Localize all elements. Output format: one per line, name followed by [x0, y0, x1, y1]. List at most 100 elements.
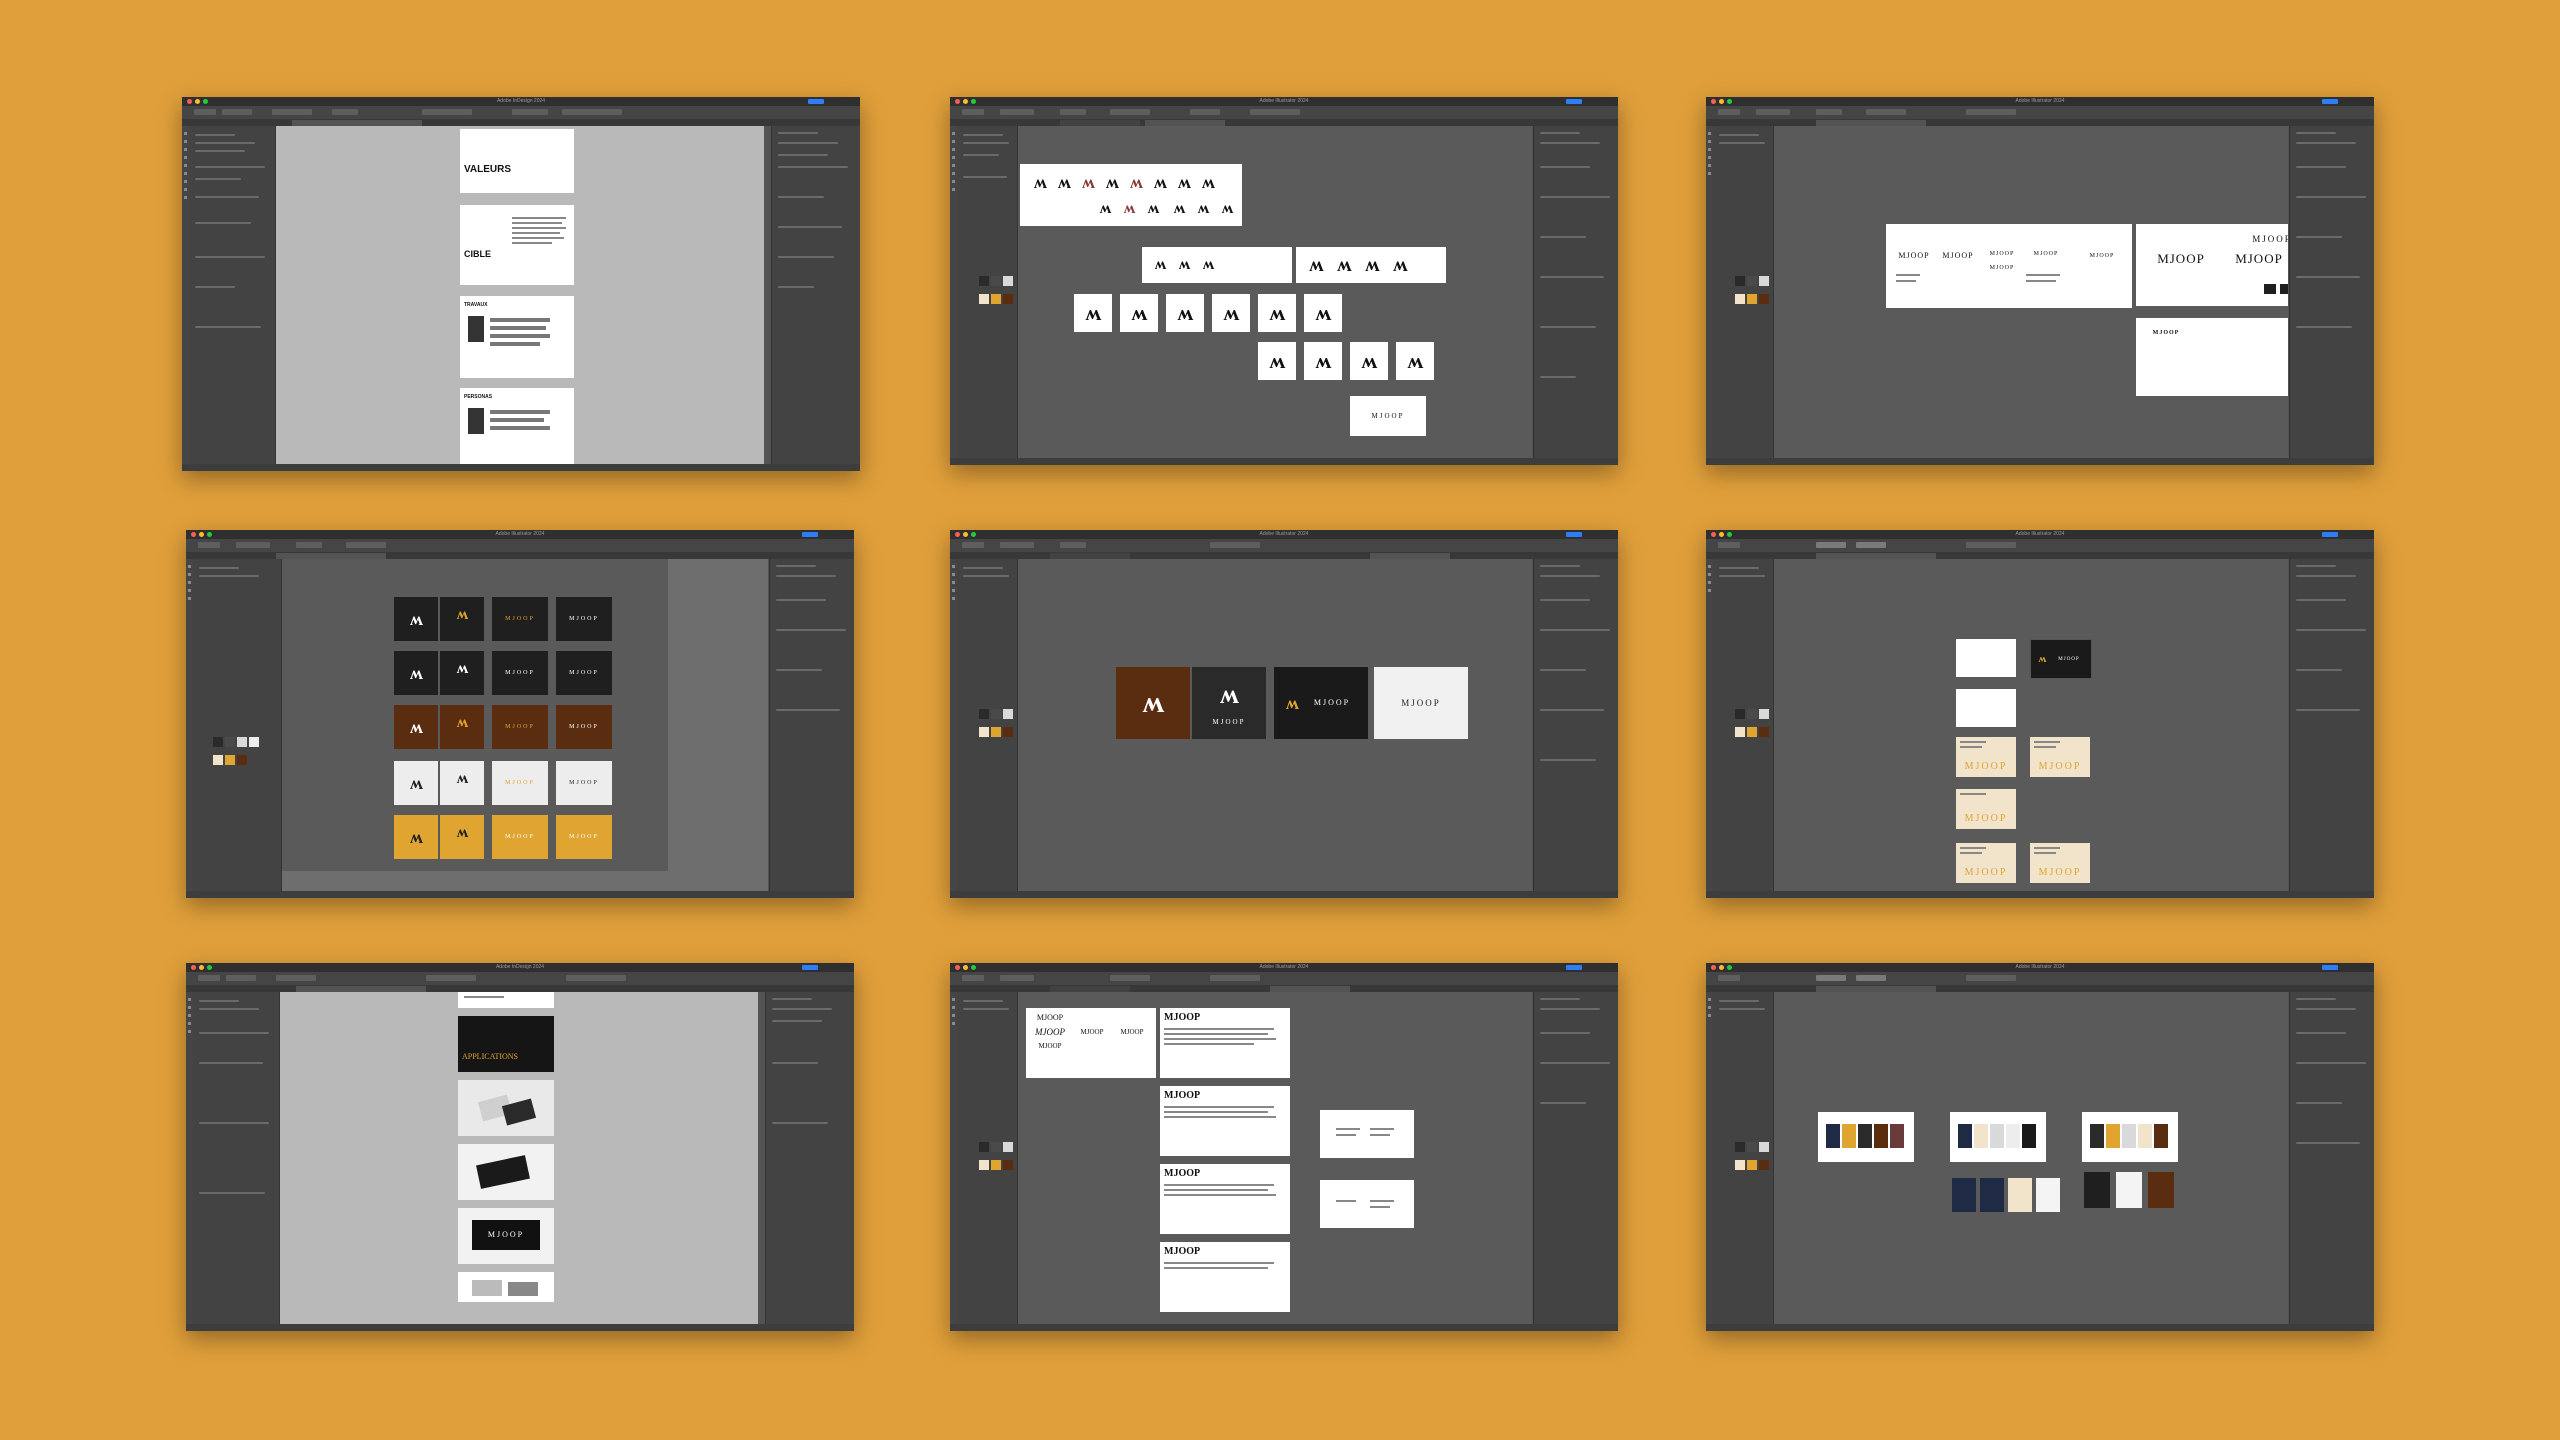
canvas[interactable]: ʍ ʍ ʍ ʍ ʍ ʍ ʍ ʍ ʍ ʍ ʍ ʍ ʍ ʍ ʍ ʍ ʍ ʍ ʍ ʍ …: [1018, 126, 1532, 458]
swatch[interactable]: [225, 755, 235, 765]
swatch[interactable]: [249, 737, 259, 747]
swatch[interactable]: [1747, 709, 1757, 719]
swatch[interactable]: [1003, 709, 1013, 719]
swatch[interactable]: [1735, 1142, 1745, 1152]
card-front[interactable]: MJOOP: [1956, 737, 2016, 777]
card-navy[interactable]: [1980, 1178, 2004, 1212]
logo-tile[interactable]: ʍ: [440, 761, 484, 805]
swatch[interactable]: [979, 276, 989, 286]
card-white[interactable]: [2116, 1172, 2142, 1208]
swatch[interactable]: [225, 737, 235, 747]
swatch[interactable]: [1735, 727, 1745, 737]
artboard-sketches[interactable]: ʍ ʍ ʍ ʍ ʍ ʍ ʍ ʍ ʍ ʍ ʍ ʍ ʍ ʍ: [1020, 164, 1242, 226]
artboard-monogram[interactable]: ʍ: [1304, 294, 1342, 332]
canvas[interactable]: [1774, 992, 2288, 1324]
logo-tile[interactable]: ʍ: [440, 651, 484, 695]
swatch[interactable]: [1759, 709, 1769, 719]
share-button[interactable]: [1566, 99, 1582, 104]
artboard-card-text[interactable]: [1320, 1110, 1414, 1158]
page-partial[interactable]: [458, 1272, 554, 1302]
swatch[interactable]: [1735, 276, 1745, 286]
card-blank[interactable]: [1956, 689, 2016, 727]
artboard-card-text[interactable]: [1320, 1180, 1414, 1228]
card-cream[interactable]: [2008, 1178, 2032, 1212]
swatch[interactable]: [1747, 727, 1757, 737]
logo-tile[interactable]: ʍ: [440, 597, 484, 641]
logo-tile[interactable]: ʍ: [440, 705, 484, 749]
artboard-wordmark-sketches[interactable]: MJOOP MJOOP MJOOP MJOOP MJOOP MJOOP: [1886, 224, 2132, 308]
logo-tile[interactable]: ʍ: [394, 705, 438, 749]
swatch[interactable]: [1759, 727, 1769, 737]
logo-tile[interactable]: MJOOP: [492, 815, 548, 859]
swatch[interactable]: [213, 755, 223, 765]
logo-tile[interactable]: MJOOP: [492, 761, 548, 805]
artboard-logo-lockup[interactable]: MJOOP: [1350, 396, 1426, 436]
logo-variant-black[interactable]: ʍ MJOOP: [1274, 667, 1368, 739]
canvas[interactable]: APPLICATIONS MJOOP: [280, 992, 758, 1324]
page-applications[interactable]: APPLICATIONS: [458, 1016, 554, 1072]
card-front[interactable]: MJOOP: [2030, 737, 2090, 777]
swatch[interactable]: [1003, 276, 1013, 286]
canvas[interactable]: ʍ ʍ MJOOP ʍ MJOOP MJOOP: [1018, 559, 1532, 891]
swatch[interactable]: [1003, 294, 1013, 304]
artboard-type-spec[interactable]: MJOOP: [1160, 1242, 1290, 1312]
swatch[interactable]: [979, 1142, 989, 1152]
swatch[interactable]: [991, 1142, 1001, 1152]
page-mockup-dark[interactable]: [458, 1144, 554, 1200]
canvas[interactable]: ʍ MJOOP MJOOP MJOOP MJOOP MJOOP MJOOP: [1774, 559, 2288, 891]
page-cible[interactable]: CIBLE: [460, 205, 574, 285]
swatch[interactable]: [979, 294, 989, 304]
swatch[interactable]: [979, 1160, 989, 1170]
card-black[interactable]: ʍ MJOOP: [2030, 639, 2092, 679]
logo-variant-dark[interactable]: ʍ MJOOP: [1192, 667, 1266, 739]
share-button[interactable]: [2322, 99, 2338, 104]
canvas[interactable]: MJOOP MJOOP MJOOP MJOOP MJOOP MJOOP MJOO…: [1018, 992, 1532, 1324]
share-button[interactable]: [808, 99, 824, 104]
swatch[interactable]: [979, 727, 989, 737]
page-personas[interactable]: PERSONAS: [460, 388, 574, 464]
swatch[interactable]: [991, 709, 1001, 719]
artboard-monogram[interactable]: ʍ: [1350, 342, 1388, 380]
swatch[interactable]: [237, 755, 247, 765]
swatch[interactable]: [1759, 294, 1769, 304]
artboard-monogram[interactable]: ʍ: [1166, 294, 1204, 332]
card-brown[interactable]: [2148, 1172, 2174, 1208]
card-white[interactable]: [2036, 1178, 2060, 1212]
card-front[interactable]: MJOOP: [1956, 789, 2016, 829]
share-button[interactable]: [1566, 965, 1582, 970]
share-button[interactable]: [2322, 532, 2338, 537]
artboard-type-spec[interactable]: MJOOP: [1160, 1008, 1290, 1078]
swatch[interactable]: [1735, 1160, 1745, 1170]
palette-card[interactable]: [2082, 1112, 2178, 1162]
swatch[interactable]: [1747, 1160, 1757, 1170]
logo-tile[interactable]: MJOOP: [556, 651, 612, 695]
swatch[interactable]: [1735, 709, 1745, 719]
swatch[interactable]: [991, 276, 1001, 286]
swatch[interactable]: [1747, 276, 1757, 286]
swatch[interactable]: [991, 727, 1001, 737]
logo-tile[interactable]: MJOOP: [556, 597, 612, 641]
swatch[interactable]: [979, 709, 989, 719]
card-front[interactable]: MJOOP: [1956, 843, 2016, 883]
card-navy[interactable]: [1952, 1178, 1976, 1212]
logo-tile[interactable]: ʍ: [394, 815, 438, 859]
artboard-type-spec[interactable]: MJOOP: [1160, 1164, 1290, 1234]
swatch[interactable]: [1003, 1142, 1013, 1152]
swatch[interactable]: [1759, 1160, 1769, 1170]
logo-tile[interactable]: MJOOP: [556, 761, 612, 805]
logo-tile[interactable]: MJOOP: [492, 651, 548, 695]
page-mockup-logo[interactable]: MJOOP: [458, 1208, 554, 1264]
palette-card[interactable]: [1950, 1112, 2046, 1162]
card-blank[interactable]: [1956, 639, 2016, 677]
canvas[interactable]: MJOOP MJOOP MJOOP MJOOP MJOOP MJOOP MJOO…: [1774, 126, 2288, 458]
page-partial[interactable]: [458, 992, 554, 1008]
artboard-monogram[interactable]: ʍ: [1258, 342, 1296, 380]
artboard-monogram[interactable]: ʍ: [1396, 342, 1434, 380]
swatch[interactable]: [1747, 1142, 1757, 1152]
swatch[interactable]: [991, 1160, 1001, 1170]
artboard-monogram[interactable]: ʍ: [1120, 294, 1158, 332]
logo-tile[interactable]: MJOOP: [492, 705, 548, 749]
artboard-monogram[interactable]: ʍ: [1074, 294, 1112, 332]
logo-tile[interactable]: MJOOP: [556, 705, 612, 749]
share-button[interactable]: [2322, 965, 2338, 970]
